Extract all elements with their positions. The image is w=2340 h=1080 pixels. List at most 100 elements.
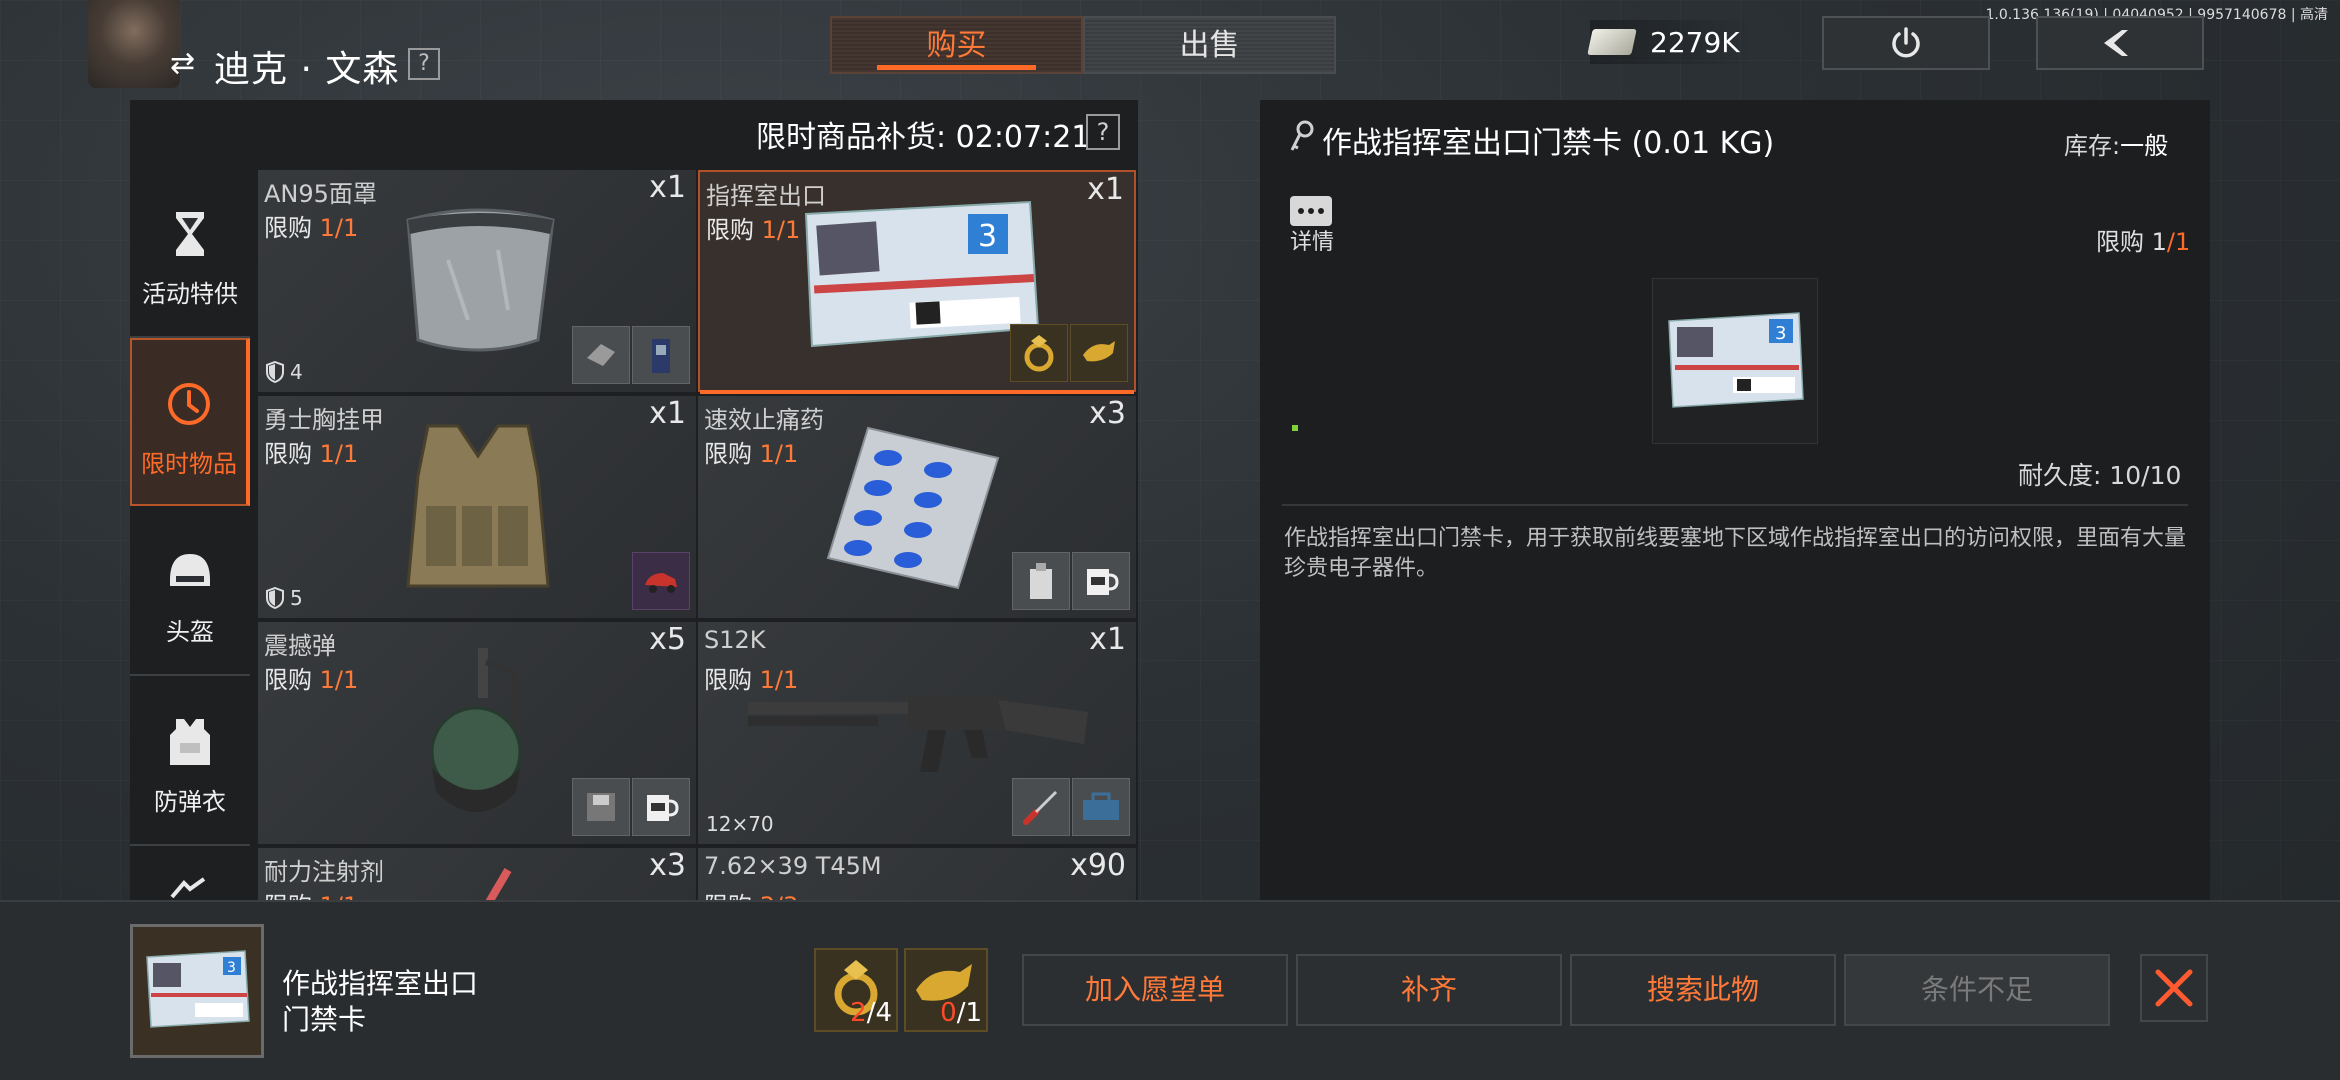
clock-icon <box>161 376 217 432</box>
details-label[interactable]: 详情 <box>1290 224 1334 256</box>
sidebar-item-limited[interactable]: 限时物品 <box>130 338 250 506</box>
hourglass-icon <box>162 206 218 262</box>
item-quantity: x1 <box>1089 622 1126 657</box>
tab-sell[interactable]: 出售 <box>1083 16 1336 74</box>
sidebar-item-more[interactable] <box>130 848 250 902</box>
shotgun-image <box>748 696 1088 772</box>
swap-character-icon[interactable]: ⇄ <box>170 46 195 81</box>
required-item[interactable] <box>572 326 630 384</box>
close-button[interactable] <box>2140 954 2208 1022</box>
item-card-painkillers[interactable]: 速效止痛药 限购 1/1 x3 <box>698 396 1136 618</box>
item-grid: AN95面罩 限购 1/1 x1 4 指挥室出口 限购 1/1 x1 3 勇士胸… <box>258 170 1136 902</box>
item-quantity: x1 <box>1087 172 1124 207</box>
currency-value: 2279K <box>1650 25 1740 59</box>
sidebar-item-event[interactable]: 活动特供 <box>130 170 250 338</box>
battery-icon <box>652 339 670 373</box>
chest-rig-image <box>406 424 550 588</box>
sidebar-item-helmet[interactable]: 头盔 <box>130 508 250 676</box>
item-name: S12K <box>704 626 766 654</box>
armor-level: 4 <box>266 360 303 384</box>
screwdriver-icon <box>1023 790 1058 825</box>
required-material-figure[interactable]: 0/1 <box>904 948 988 1032</box>
required-item[interactable] <box>1012 778 1070 836</box>
item-name: 震撼弹 <box>264 632 336 660</box>
sidebar-item-vest[interactable]: 防弹衣 <box>130 678 250 846</box>
condition-not-met-button[interactable]: 条件不足 <box>1844 954 2110 1026</box>
required-item[interactable] <box>1010 324 1068 382</box>
required-item[interactable] <box>632 552 690 610</box>
keycard-image: 3 <box>1668 312 1804 408</box>
sidebar-item-label: 活动特供 <box>142 280 238 308</box>
item-name: 速效止痛药 <box>704 406 824 434</box>
item-card-762-ammo[interactable]: 7.62×39 T45M 限购 3/3 x90 <box>698 848 1136 902</box>
cash-icon <box>1587 29 1637 55</box>
tab-buy[interactable]: 购买 <box>830 16 1083 74</box>
refill-button[interactable]: 补齐 <box>1296 954 1562 1026</box>
selected-item-thumbnail: 3 <box>130 924 264 1058</box>
close-icon <box>2155 969 2193 1007</box>
back-button[interactable] <box>2036 16 2204 70</box>
item-limit: 限购 1/1 <box>706 216 801 244</box>
mug-icon <box>647 795 679 821</box>
detail-title: 作战指挥室出口门禁卡 (0.01 KG) <box>1322 126 1775 161</box>
svg-text:3: 3 <box>978 219 997 254</box>
avatar[interactable] <box>88 0 180 88</box>
details-icon[interactable] <box>1290 196 1332 226</box>
selected-item-name: 作战指挥室出口门禁卡 <box>282 967 479 1036</box>
face-shield-image <box>406 208 555 352</box>
restock-timer: 限时商品补货: 02:07:21 <box>756 120 1091 155</box>
shop-help-button[interactable]: ? <box>1086 114 1120 150</box>
injector-image <box>484 867 512 902</box>
toolbox-icon <box>1083 792 1119 820</box>
caliber-label: 12×70 <box>706 812 774 836</box>
trade-tabs: 购买 出售 <box>830 16 1336 74</box>
sidebar-item-label: 防弹衣 <box>154 788 226 816</box>
search-item-button[interactable]: 搜索此物 <box>1570 954 1836 1026</box>
item-card-command-exit-keycard[interactable]: 指挥室出口 限购 1/1 x1 3 <box>698 170 1136 394</box>
required-items <box>1012 778 1130 836</box>
required-item[interactable] <box>632 326 690 384</box>
sidebar-item-label: 限时物品 <box>141 450 237 478</box>
required-items <box>632 552 690 610</box>
item-card-chest-rig[interactable]: 勇士胸挂甲 限购 1/1 x1 5 <box>258 396 696 618</box>
item-description: 作战指挥室出口门禁卡，用于获取前线要塞地下区域作战指挥室出口的访问权限，里面有大… <box>1284 526 2187 581</box>
material-count: 0/1 <box>940 998 982 1028</box>
item-card-an95-mask[interactable]: AN95面罩 限购 1/1 x1 4 <box>258 170 696 392</box>
item-quantity: x5 <box>649 622 686 657</box>
toy-car-icon <box>645 573 677 593</box>
pill-blister-image <box>826 426 1000 590</box>
required-item[interactable] <box>1070 324 1128 382</box>
required-material-ring[interactable]: 2/4 <box>814 948 898 1032</box>
required-item[interactable] <box>632 778 690 836</box>
item-card-s12k[interactable]: S12K 限购 1/1 x1 12×70 <box>698 622 1136 844</box>
item-limit: 限购 1/1 <box>264 214 359 242</box>
required-items <box>1012 552 1130 610</box>
item-quantity: x1 <box>649 170 686 205</box>
shield-icon <box>266 361 284 383</box>
required-item[interactable] <box>1072 552 1130 610</box>
add-to-wishlist-button[interactable]: 加入愿望单 <box>1022 954 1288 1026</box>
required-items <box>572 778 690 836</box>
required-item[interactable] <box>572 778 630 836</box>
item-card-flashbang[interactable]: 震撼弹 限购 1/1 x5 <box>258 622 696 844</box>
grenade-image <box>430 648 522 812</box>
mug-icon <box>1087 569 1119 595</box>
required-item[interactable] <box>1072 778 1130 836</box>
armor-level: 5 <box>266 586 303 610</box>
item-quantity: x3 <box>649 848 686 883</box>
required-items <box>572 326 690 384</box>
item-limit: 限购 1/1 <box>704 440 799 468</box>
detail-item-image: 3 <box>1652 278 1818 444</box>
shield-icon <box>266 587 284 609</box>
durability-label: 耐久度: 10/10 <box>2018 461 2182 490</box>
item-card-stamina-injector[interactable]: 耐力注射剂 限购 1/1 x3 <box>258 848 696 902</box>
status-dot <box>1292 425 1298 431</box>
character-help-button[interactable]: ? <box>408 48 440 80</box>
weapon-icon <box>162 862 218 902</box>
vest-icon <box>162 714 218 770</box>
item-detail-panel <box>1260 100 2210 902</box>
power-button[interactable] <box>1822 16 1990 70</box>
required-items <box>1010 324 1128 382</box>
required-item[interactable] <box>1012 552 1070 610</box>
character-name: 迪克 · 文森 <box>214 49 400 90</box>
